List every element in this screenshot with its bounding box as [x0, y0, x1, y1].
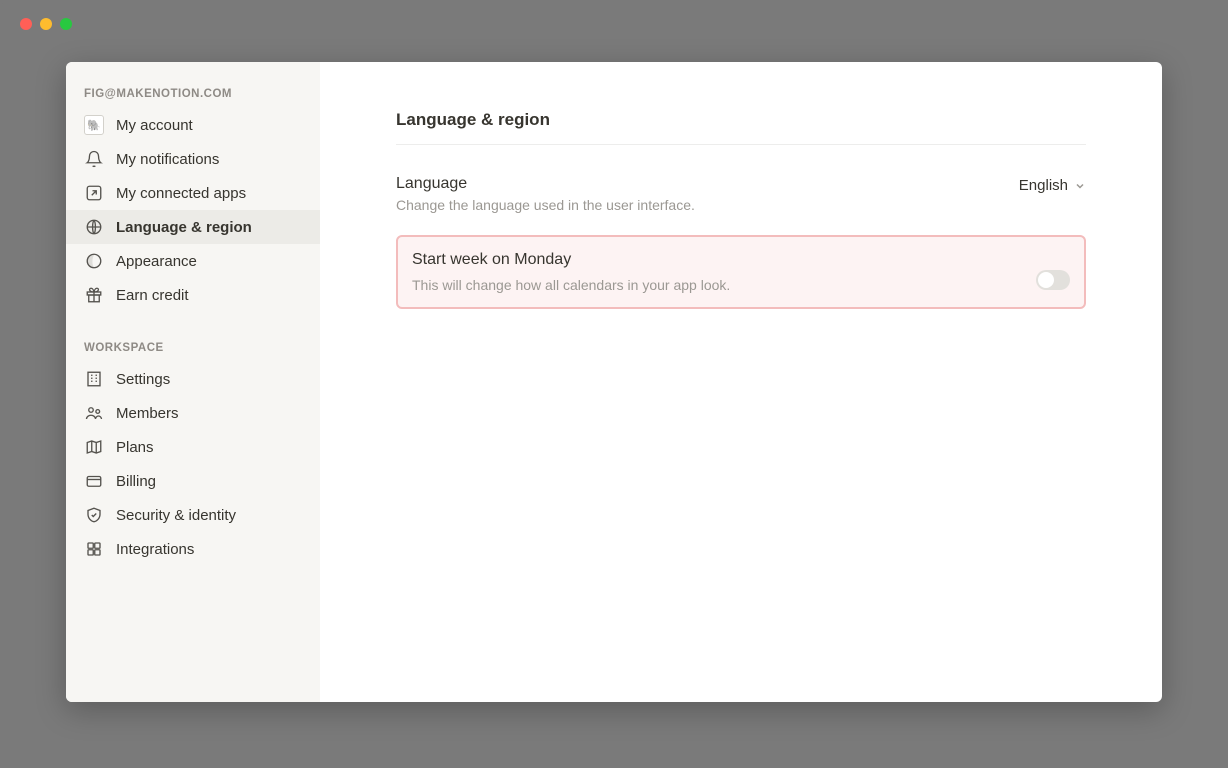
gift-icon	[84, 285, 104, 305]
bell-icon	[84, 149, 104, 169]
workspace-section-header: WORKSPACE	[66, 330, 320, 362]
sidebar-item-label: Members	[116, 405, 179, 422]
sidebar-item-label: My account	[116, 117, 193, 134]
sidebar-item-connected-apps[interactable]: My connected apps	[66, 176, 320, 210]
credit-card-icon	[84, 471, 104, 491]
language-row-text: Language Change the language used in the…	[396, 175, 695, 213]
sidebar-item-members[interactable]: Members	[66, 396, 320, 430]
sidebar-item-label: My notifications	[116, 151, 219, 168]
avatar-icon: 🐘	[84, 115, 104, 135]
window-close-button[interactable]	[20, 18, 32, 30]
app-window: FIG@MAKENOTION.COM 🐘 My account My notif…	[0, 0, 1228, 768]
people-icon	[84, 403, 104, 423]
settings-content: Language & region Language Change the la…	[320, 62, 1162, 702]
sidebar-item-settings[interactable]: Settings	[66, 362, 320, 396]
globe-icon	[84, 217, 104, 237]
sidebar-item-label: Appearance	[116, 253, 197, 270]
sidebar-item-label: Billing	[116, 473, 156, 490]
language-row-title: Language	[396, 175, 695, 193]
sidebar-item-integrations[interactable]: Integrations	[66, 532, 320, 566]
language-select-value: English	[1019, 177, 1068, 194]
grid-icon	[84, 539, 104, 559]
sidebar-item-billing[interactable]: Billing	[66, 464, 320, 498]
window-traffic-lights	[20, 18, 72, 30]
sidebar-item-notifications[interactable]: My notifications	[66, 142, 320, 176]
sidebar-item-label: Settings	[116, 371, 170, 388]
start-week-row: Start week on Monday This will change ho…	[396, 235, 1086, 309]
arrow-up-right-square-icon	[84, 183, 104, 203]
sidebar-item-label: Language & region	[116, 219, 252, 236]
language-row: Language Change the language used in the…	[396, 169, 1086, 235]
start-week-title: Start week on Monday	[412, 251, 730, 269]
building-icon	[84, 369, 104, 389]
sidebar-item-label: My connected apps	[116, 185, 246, 202]
sidebar-item-label: Plans	[116, 439, 154, 456]
sidebar-item-appearance[interactable]: Appearance	[66, 244, 320, 278]
settings-modal: FIG@MAKENOTION.COM 🐘 My account My notif…	[66, 62, 1162, 702]
sidebar-item-my-account[interactable]: 🐘 My account	[66, 108, 320, 142]
start-week-desc: This will change how all calendars in yo…	[412, 277, 730, 293]
sidebar-item-earn-credit[interactable]: Earn credit	[66, 278, 320, 312]
chevron-down-icon	[1074, 180, 1086, 192]
language-row-desc: Change the language used in the user int…	[396, 197, 695, 213]
window-zoom-button[interactable]	[60, 18, 72, 30]
sidebar-item-label: Integrations	[116, 541, 194, 558]
start-week-toggle[interactable]	[1036, 270, 1070, 290]
page-title: Language & region	[396, 110, 1086, 145]
sidebar-item-plans[interactable]: Plans	[66, 430, 320, 464]
sidebar-item-label: Earn credit	[116, 287, 189, 304]
sidebar-item-security[interactable]: Security & identity	[66, 498, 320, 532]
settings-sidebar: FIG@MAKENOTION.COM 🐘 My account My notif…	[66, 62, 320, 702]
shield-icon	[84, 505, 104, 525]
map-icon	[84, 437, 104, 457]
moon-icon	[84, 251, 104, 271]
start-week-text: Start week on Monday This will change ho…	[412, 251, 730, 293]
sidebar-item-language-region[interactable]: Language & region	[66, 210, 320, 244]
sidebar-item-label: Security & identity	[116, 507, 236, 524]
language-select[interactable]: English	[1019, 175, 1086, 194]
account-section-header: FIG@MAKENOTION.COM	[66, 76, 320, 108]
toggle-knob	[1038, 272, 1054, 288]
window-minimize-button[interactable]	[40, 18, 52, 30]
